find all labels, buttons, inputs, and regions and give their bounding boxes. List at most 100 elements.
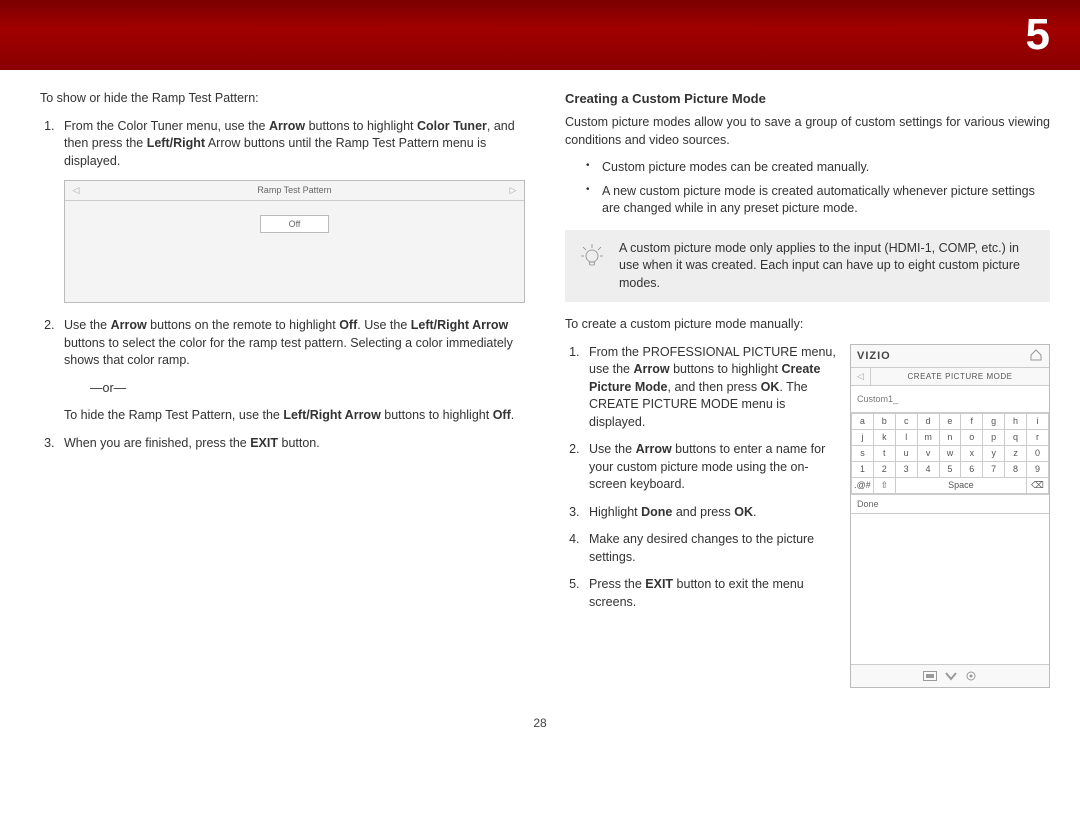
- back-arrow-icon[interactable]: ◁: [851, 368, 871, 385]
- device-header: VIZIO: [851, 345, 1049, 368]
- key[interactable]: a: [852, 413, 874, 429]
- off-label: Off: [493, 408, 511, 422]
- bullet-list: Custom picture modes can be created manu…: [565, 159, 1050, 218]
- v-icon[interactable]: [944, 670, 958, 680]
- create-step-5: Press the EXIT button to exit the menu s…: [583, 576, 836, 611]
- key[interactable]: p: [983, 429, 1005, 445]
- space-key[interactable]: Space: [895, 477, 1026, 493]
- key[interactable]: o: [961, 429, 983, 445]
- key[interactable]: m: [917, 429, 939, 445]
- keyboard-row: jklmnopqr: [852, 429, 1049, 445]
- text: buttons on the remote to highlight: [147, 318, 340, 332]
- key[interactable]: e: [939, 413, 961, 429]
- backspace-key[interactable]: ⌫: [1027, 477, 1049, 493]
- left-right-label: Left/Right: [147, 136, 205, 150]
- steps-narrow: From the PROFESSIONAL PICTURE menu, use …: [565, 344, 836, 688]
- key[interactable]: v: [917, 445, 939, 461]
- text: buttons to highlight: [381, 408, 493, 422]
- key[interactable]: 8: [1005, 461, 1027, 477]
- create-step-4: Make any desired changes to the picture …: [583, 531, 836, 566]
- arrow-label: Arrow: [633, 362, 669, 376]
- key[interactable]: 5: [939, 461, 961, 477]
- key[interactable]: j: [852, 429, 874, 445]
- vizio-logo: VIZIO: [857, 350, 1029, 362]
- off-label: Off: [339, 318, 357, 332]
- cc-icon[interactable]: [923, 670, 937, 680]
- key[interactable]: f: [961, 413, 983, 429]
- left-intro: To show or hide the Ramp Test Pattern:: [40, 90, 525, 108]
- key[interactable]: x: [961, 445, 983, 461]
- page-header: 5: [0, 0, 1080, 70]
- left-arrow-icon[interactable]: ◁: [65, 181, 87, 200]
- key[interactable]: d: [917, 413, 939, 429]
- device-empty-area: [851, 514, 1049, 664]
- key[interactable]: g: [983, 413, 1005, 429]
- key[interactable]: w: [939, 445, 961, 461]
- key[interactable]: q: [1005, 429, 1027, 445]
- key[interactable]: k: [873, 429, 895, 445]
- key[interactable]: 1: [852, 461, 874, 477]
- section-heading: Creating a Custom Picture Mode: [565, 90, 1050, 108]
- bullet-1: Custom picture modes can be created manu…: [590, 159, 1050, 177]
- or-separator: —or—: [90, 380, 525, 398]
- right-arrow-icon[interactable]: ▷: [502, 181, 524, 200]
- shift-key[interactable]: ⇧: [873, 477, 895, 493]
- arrow-label: Arrow: [636, 442, 672, 456]
- lightbulb-icon: [579, 240, 607, 275]
- text: and press: [672, 505, 734, 519]
- keyboard-row: .@# ⇧ Space ⌫: [852, 477, 1049, 493]
- left-step-1: From the Color Tuner menu, use the Arrow…: [58, 118, 525, 304]
- device-mockup: VIZIO ◁ CREATE PICTURE MODE Custom1_ abc…: [850, 344, 1050, 688]
- bullet-2: A new custom picture mode is created aut…: [590, 183, 1050, 218]
- text: .: [753, 505, 756, 519]
- gear-icon[interactable]: [965, 670, 977, 680]
- key[interactable]: t: [873, 445, 895, 461]
- done-button[interactable]: Done: [851, 494, 1049, 514]
- key[interactable]: 2: [873, 461, 895, 477]
- exit-label: EXIT: [250, 436, 278, 450]
- chapter-number: 5: [1026, 10, 1050, 60]
- key[interactable]: u: [895, 445, 917, 461]
- key[interactable]: i: [1027, 413, 1049, 429]
- tip-text: A custom picture mode only applies to th…: [619, 240, 1036, 293]
- text: buttons to select the color for the ramp…: [64, 336, 513, 368]
- symbols-key[interactable]: .@#: [852, 477, 874, 493]
- key[interactable]: s: [852, 445, 874, 461]
- key[interactable]: c: [895, 413, 917, 429]
- create-intro: To create a custom picture mode manually…: [565, 316, 1050, 334]
- key[interactable]: n: [939, 429, 961, 445]
- key[interactable]: 9: [1027, 461, 1049, 477]
- key[interactable]: l: [895, 429, 917, 445]
- key[interactable]: 0: [1027, 445, 1049, 461]
- ramp-test-panel: ◁ Ramp Test Pattern ▷ Off: [64, 180, 525, 303]
- text: When you are finished, press the: [64, 436, 250, 450]
- content-area: To show or hide the Ramp Test Pattern: F…: [0, 70, 1080, 698]
- key[interactable]: r: [1027, 429, 1049, 445]
- key[interactable]: h: [1005, 413, 1027, 429]
- key[interactable]: 6: [961, 461, 983, 477]
- arrow-label: Arrow: [269, 119, 305, 133]
- left-step-3: When you are finished, press the EXIT bu…: [58, 435, 525, 453]
- home-icon[interactable]: [1029, 349, 1043, 363]
- arrow-label: Arrow: [111, 318, 147, 332]
- key[interactable]: 3: [895, 461, 917, 477]
- left-steps: From the Color Tuner menu, use the Arrow…: [40, 118, 525, 453]
- keyboard-row: 123456789: [852, 461, 1049, 477]
- ramp-off-button[interactable]: Off: [260, 215, 330, 234]
- text: Press the: [589, 577, 645, 591]
- key[interactable]: z: [1005, 445, 1027, 461]
- key[interactable]: 7: [983, 461, 1005, 477]
- lr-arrow-label: Left/Right Arrow: [411, 318, 508, 332]
- key[interactable]: 4: [917, 461, 939, 477]
- right-intro: Custom picture modes allow you to save a…: [565, 114, 1050, 149]
- text: buttons to highlight: [670, 362, 782, 376]
- device-titlebar: ◁ CREATE PICTURE MODE: [851, 368, 1049, 386]
- mode-name-input[interactable]: Custom1_: [851, 386, 1049, 413]
- ok-label: OK: [761, 380, 780, 394]
- tip-box: A custom picture mode only applies to th…: [565, 230, 1050, 303]
- device-footer: [851, 664, 1049, 687]
- key[interactable]: y: [983, 445, 1005, 461]
- lr-arrow-label: Left/Right Arrow: [283, 408, 380, 422]
- exit-label: EXIT: [645, 577, 673, 591]
- key[interactable]: b: [873, 413, 895, 429]
